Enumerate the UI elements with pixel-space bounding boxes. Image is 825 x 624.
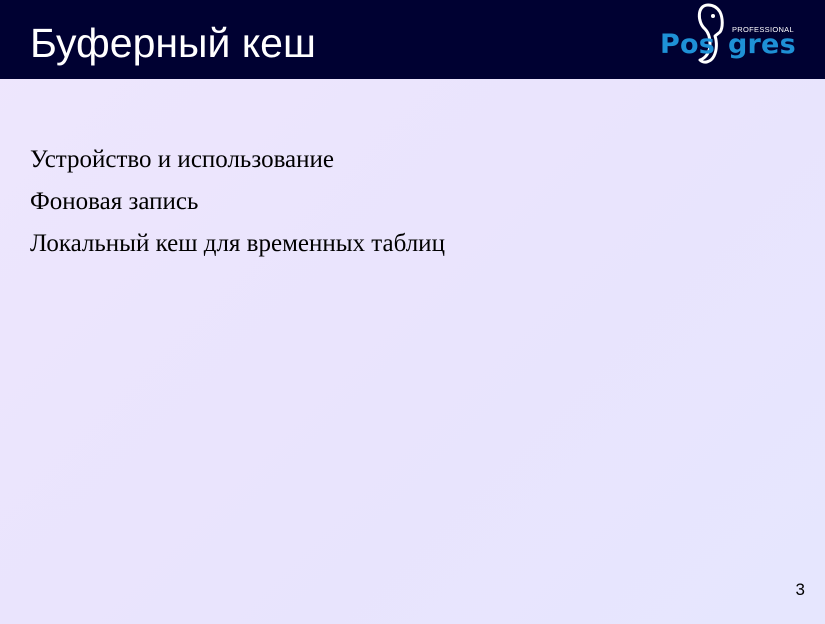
bullet-item: Локальный кеш для временных таблиц [30, 230, 445, 257]
bullet-item: Фоновая запись [30, 188, 199, 215]
page-number: 3 [795, 580, 805, 599]
logo-word-part1: Pos [660, 29, 716, 60]
bullet-item: Устройство и использование [30, 146, 334, 173]
slide-title: Буферный кеш [30, 20, 316, 66]
bullet-list: Устройство и использование Фоновая запис… [30, 139, 445, 265]
header-bar: Буферный кеш PROFESSIONAL Pos gres [0, 0, 825, 79]
logo-word-part2: gres [728, 29, 796, 60]
postgres-professional-logo: PROFESSIONAL Pos gres [650, 2, 815, 72]
logo-wordmark: Pos gres [660, 28, 796, 62]
